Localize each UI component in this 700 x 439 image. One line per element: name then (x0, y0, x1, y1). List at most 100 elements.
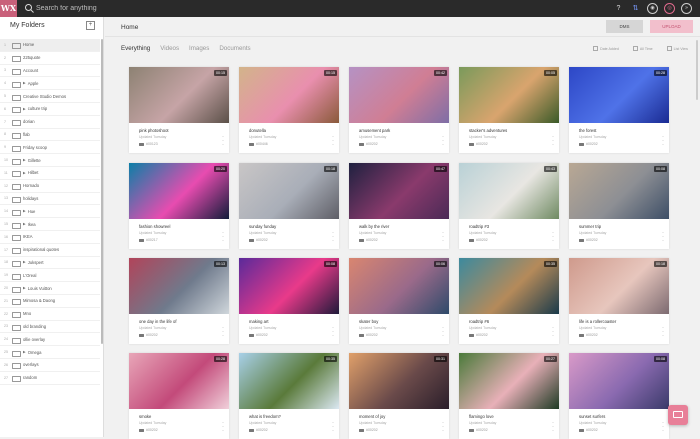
sidebar-item[interactable]: 10 ▶ Gillette (0, 154, 100, 167)
expand-arrow-icon[interactable]: ▶ (23, 350, 26, 354)
sidebar-item[interactable]: 18 ▶ Jukspert (0, 257, 100, 270)
card-title[interactable]: making art (249, 319, 269, 324)
sidebar-item[interactable]: 15 ▶ Ikea (0, 218, 100, 231)
more-options-icon[interactable]: · · · (442, 420, 444, 434)
card-title[interactable]: skater boy (359, 319, 378, 324)
media-card[interactable]: 00:06 skater boy Updated Tuesday #00202 · · · (349, 258, 449, 344)
video-thumbnail[interactable]: 00:05 (459, 67, 559, 123)
card-title[interactable]: flamingo love (469, 414, 494, 419)
sidebar-item[interactable]: 7 dorian (0, 116, 100, 129)
media-card[interactable]: 00:13 one day in the life of Updated Tuesd… (129, 258, 229, 344)
upload-button[interactable]: UPLOAD (650, 20, 693, 33)
more-options-icon[interactable]: · · · (222, 420, 224, 434)
sidebar-item[interactable]: 13 holidays (0, 193, 100, 206)
media-card[interactable]: 00:20 fashion showreel Updated Tuesday #002… (129, 163, 229, 249)
video-thumbnail[interactable]: 00:08 (239, 258, 339, 314)
sidebar-item[interactable]: 25 ▶ Omega (0, 346, 100, 359)
content-scrollbar[interactable] (696, 40, 698, 100)
card-title[interactable]: moment of joy (359, 414, 385, 419)
more-options-icon[interactable]: · · · (222, 134, 224, 148)
video-thumbnail[interactable]: 00:27 (459, 353, 559, 409)
card-title[interactable]: sunset surfers (579, 414, 605, 419)
more-options-icon[interactable]: · · · (552, 420, 554, 434)
tab-everything[interactable]: Everything (121, 45, 150, 52)
sidebar-item[interactable]: 2 225quote (0, 52, 100, 65)
tool-list-view[interactable]: List View (666, 46, 688, 51)
card-title[interactable]: amusement park (359, 128, 390, 133)
more-options-icon[interactable]: · · · (552, 230, 554, 244)
video-thumbnail[interactable]: 00:15 (239, 67, 339, 123)
more-options-icon[interactable]: · · · (552, 325, 554, 339)
people-icon[interactable]: ◉ (647, 3, 658, 14)
video-thumbnail[interactable]: 00:08 (569, 163, 669, 219)
media-card[interactable]: 00:15 donutella Updated Tuesday #00446 · · · (239, 67, 339, 153)
chat-button[interactable] (668, 405, 688, 425)
sidebar-item[interactable]: 9 Friday scoop (0, 141, 100, 155)
expand-arrow-icon[interactable]: ▶ (23, 81, 26, 85)
video-thumbnail[interactable]: 00:28 (569, 67, 669, 123)
help-icon[interactable]: ? (613, 3, 624, 14)
video-thumbnail[interactable]: 00:43 (459, 163, 559, 219)
more-options-icon[interactable]: · · · (332, 420, 334, 434)
more-options-icon[interactable]: · · · (332, 134, 334, 148)
sidebar-item[interactable]: 6 ▶ culture trip (0, 103, 100, 116)
card-title[interactable]: what is freedom? (249, 414, 281, 419)
video-thumbnail[interactable]: 00:18 (239, 163, 339, 219)
card-title[interactable]: roadtrip #3 (469, 224, 489, 229)
video-thumbnail[interactable]: 00:06 (349, 258, 449, 314)
card-title[interactable]: walk by the river (359, 224, 389, 229)
search-input[interactable] (36, 2, 336, 15)
sidebar-item[interactable]: 12 Hornado (0, 180, 100, 193)
tool-all-time[interactable]: All Time (632, 46, 653, 51)
video-thumbnail[interactable]: 00:31 (349, 353, 449, 409)
video-thumbnail[interactable]: 00:20 (129, 163, 229, 219)
media-card[interactable]: 00:31 moment of joy Updated Tuesday #00202 ·… (349, 353, 449, 439)
sidebar-item[interactable]: 26 overlays (0, 359, 100, 372)
media-card[interactable]: 00:35 roadtrip #6 Updated Tuesday #00202 · · · (459, 258, 559, 344)
more-options-icon[interactable]: · · · (332, 325, 334, 339)
media-card[interactable]: 00:43 roadtrip #3 Updated Tuesday #00202 · · · (459, 163, 559, 249)
sidebar-item[interactable]: 5 Creative Studio Demos (0, 90, 100, 103)
sync-icon[interactable]: ⇅ (630, 3, 641, 14)
sidebar-item[interactable]: 8 flab (0, 129, 100, 142)
media-card[interactable]: 00:08 sunset surfers Updated Tuesday #00202… (569, 353, 669, 439)
add-folder-button[interactable]: + (86, 21, 95, 30)
sidebar-item[interactable]: 11 ▶ Hilbet (0, 167, 100, 180)
sidebar-item[interactable]: 24 ollie overlay (0, 333, 100, 347)
sidebar-item[interactable]: 22 Mno (0, 308, 100, 321)
more-options-icon[interactable]: · · · (222, 325, 224, 339)
card-title[interactable]: roadtrip #6 (469, 319, 489, 324)
media-card[interactable]: 00:18 sunday funday Updated Tuesday #00202 ·… (239, 163, 339, 249)
sidebar-item[interactable]: 19 L'Oreal (0, 269, 100, 283)
tab-videos[interactable]: Videos (160, 45, 179, 52)
sidebar-scrollbar[interactable] (101, 39, 103, 344)
card-title[interactable]: sunday funday (249, 224, 276, 229)
sidebar-item[interactable]: 1 Home (0, 39, 100, 52)
more-options-icon[interactable]: · · · (332, 230, 334, 244)
expand-arrow-icon[interactable]: ▶ (23, 158, 26, 162)
sidebar-item[interactable]: 4 ▶ Apple (0, 77, 100, 91)
more-options-icon[interactable]: · · · (662, 134, 664, 148)
app-logo[interactable]: WX (0, 0, 17, 17)
card-title[interactable]: one day in the life of (139, 319, 176, 324)
video-thumbnail[interactable]: 00:35 (239, 353, 339, 409)
video-thumbnail[interactable]: 00:35 (459, 258, 559, 314)
more-options-icon[interactable]: · · · (662, 230, 664, 244)
tab-images[interactable]: Images (189, 45, 209, 52)
more-options-icon[interactable]: · · · (442, 230, 444, 244)
video-thumbnail[interactable]: 00:13 (129, 258, 229, 314)
expand-arrow-icon[interactable]: ▶ (23, 209, 26, 213)
media-card[interactable]: 00:35 what is freedom? Updated Tuesday #002… (239, 353, 339, 439)
sidebar-item[interactable]: 17 inspirational quotes (0, 244, 100, 257)
card-title[interactable]: the forest (579, 128, 596, 133)
more-options-icon[interactable]: · · · (552, 134, 554, 148)
card-title[interactable]: smoke (139, 414, 151, 419)
sidebar-item[interactable]: 21 Mimosa & Daong (0, 295, 100, 308)
media-card[interactable]: 00:47 walk by the river Updated Tuesday #00… (349, 163, 449, 249)
tool-date-added[interactable]: Date Added (593, 46, 619, 51)
dms-button[interactable]: DMS (606, 20, 643, 33)
video-thumbnail[interactable]: 00:42 (349, 67, 449, 123)
expand-arrow-icon[interactable]: ▶ (23, 286, 26, 290)
card-title[interactable]: life is a rollercoaster (579, 319, 616, 324)
account-icon[interactable]: ◎ (664, 3, 675, 14)
